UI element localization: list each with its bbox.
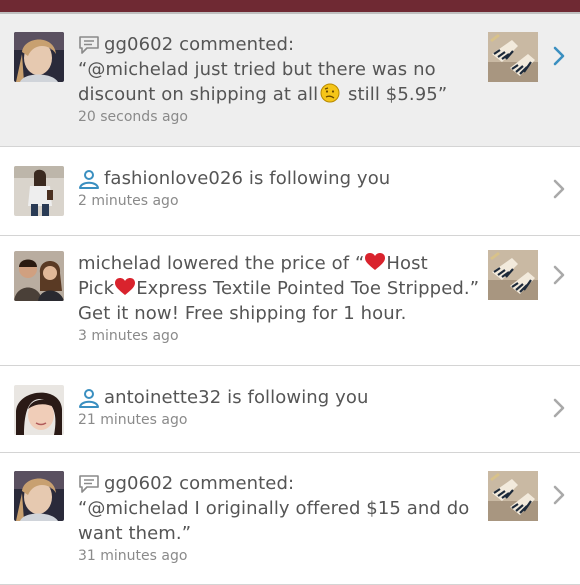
top-bar: [0, 0, 580, 12]
notification-header: gg0602 commented:: [78, 32, 480, 57]
notification-content: fashionlove026 is following you 2 minute…: [78, 166, 480, 210]
avatar[interactable]: [14, 166, 64, 216]
price-drop-line: Express Textile Pointed Toe Stripped.”: [136, 278, 480, 299]
listing-thumbnail[interactable]: [488, 32, 538, 82]
listing-image: [488, 250, 538, 300]
chevron-right-icon[interactable]: [552, 484, 566, 506]
price-drop-line: Get it now! Free shipping for 1 hour.: [78, 303, 407, 324]
avatar[interactable]: [14, 251, 64, 301]
notification-content: antoinette32 is following you 21 minutes…: [78, 385, 480, 429]
notification-header: gg0602 commented:: [78, 471, 480, 496]
heart-icon: [115, 278, 135, 296]
avatar[interactable]: [14, 32, 64, 82]
notification-header: antoinette32 is following you: [78, 385, 480, 410]
listing-image: [488, 471, 538, 521]
timestamp: 2 minutes ago: [78, 193, 179, 209]
chevron-right-icon[interactable]: [552, 45, 566, 67]
notification-item-price-drop[interactable]: michelad lowered the price of “ Host Pick…: [0, 236, 580, 366]
notification-item-follow[interactable]: fashionlove026 is following you 2 minute…: [0, 147, 580, 236]
avatar-image: [14, 471, 64, 521]
speech-bubble-icon: [78, 474, 100, 494]
notification-header-text: gg0602 commented:: [104, 34, 295, 55]
chevron-right-icon[interactable]: [552, 264, 566, 286]
timestamp: 31 minutes ago: [78, 548, 188, 564]
timestamp: 21 minutes ago: [78, 412, 188, 428]
comment-line: “@michelad I originally offered $15 and …: [78, 498, 470, 519]
notification-header: fashionlove026 is following you: [78, 166, 480, 191]
person-icon: [78, 388, 100, 408]
confused-face-icon: [320, 83, 340, 103]
avatar-image: [14, 32, 64, 82]
listing-image: [488, 32, 538, 82]
timestamp: 3 minutes ago: [78, 328, 179, 344]
comment-line: still $5.95”: [342, 84, 448, 105]
listing-thumbnail[interactable]: [488, 250, 538, 300]
avatar-image: [14, 251, 64, 301]
notification-feed: gg0602 commented: “@michelad just tried …: [0, 14, 580, 585]
notification-item-follow[interactable]: antoinette32 is following you 21 minutes…: [0, 366, 580, 453]
comment-text: “@michelad just tried but there was no d…: [78, 57, 480, 107]
price-drop-line: Host: [386, 253, 428, 274]
notification-item-comment[interactable]: gg0602 commented: “@michelad just tried …: [0, 14, 580, 147]
notification-content: gg0602 commented: “@michelad just tried …: [78, 32, 480, 126]
chevron-right-icon[interactable]: [552, 178, 566, 200]
price-drop-line: michelad lowered the price of “: [78, 253, 365, 274]
price-drop-line: Pick: [78, 278, 115, 299]
notification-header-text: fashionlove026 is following you: [104, 168, 391, 189]
chevron-right-icon[interactable]: [552, 397, 566, 419]
price-drop-text: michelad lowered the price of “ Host Pick…: [78, 251, 480, 326]
speech-bubble-icon: [78, 35, 100, 55]
avatar[interactable]: [14, 385, 64, 435]
listing-thumbnail[interactable]: [488, 471, 538, 521]
notification-item-comment[interactable]: gg0602 commented: “@michelad I originall…: [0, 453, 580, 585]
avatar-image: [14, 166, 64, 216]
heart-icon: [365, 253, 385, 271]
comment-line: want them.”: [78, 523, 192, 544]
comment-line: “@michelad just tried but there was no: [78, 59, 436, 80]
person-icon: [78, 169, 100, 189]
comment-line: discount on shipping at all: [78, 84, 319, 105]
notification-content: michelad lowered the price of “ Host Pick…: [78, 251, 480, 345]
notification-header-text: gg0602 commented:: [104, 473, 295, 494]
timestamp: 20 seconds ago: [78, 109, 188, 125]
avatar-image: [14, 385, 64, 435]
notification-content: gg0602 commented: “@michelad I originall…: [78, 471, 480, 565]
avatar[interactable]: [14, 471, 64, 521]
notification-header-text: antoinette32 is following you: [104, 387, 369, 408]
comment-text: “@michelad I originally offered $15 and …: [78, 496, 480, 546]
